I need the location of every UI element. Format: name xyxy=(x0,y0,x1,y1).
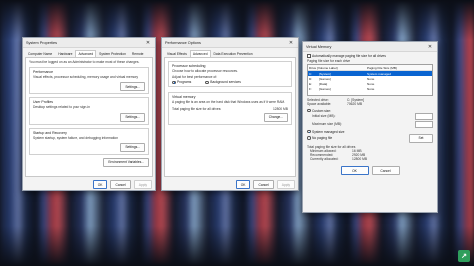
virtual-memory-titlebar: Virtual Memory ✕ xyxy=(303,42,437,52)
tab-data-execution-prevention[interactable]: Data Execution Prevention xyxy=(211,50,256,57)
startup-recovery-settings-button[interactable]: Settings... xyxy=(120,142,145,152)
maximum-size-label: Maximum size (MB): xyxy=(312,122,343,126)
startup-recovery-group: Startup and Recovery System startup, sys… xyxy=(29,127,149,155)
custom-size-label: Custom size: xyxy=(312,108,332,113)
tab-hardware[interactable]: Hardware xyxy=(55,50,75,57)
ok-button[interactable]: OK xyxy=(340,166,369,176)
performance-options-window: Performance Options ✕ Visual Effects Adv… xyxy=(161,37,299,191)
processor-scheduling-text: Choose how to allocate processor resourc… xyxy=(172,69,238,73)
radio-unselected-icon xyxy=(205,80,209,85)
system-properties-titlebar: System Properties ✕ xyxy=(23,38,155,48)
processor-scheduling-group: Processor scheduling Choose how to alloc… xyxy=(168,61,292,88)
space-available-label: Space available: xyxy=(307,102,332,107)
virtual-memory-footer: OK Cancel xyxy=(303,163,437,178)
performance-options-titlebar: Performance Options ✕ xyxy=(162,38,298,48)
close-icon[interactable]: ✕ xyxy=(287,39,295,46)
total-paging-value: 12800 MB xyxy=(272,106,288,111)
close-icon[interactable]: ✕ xyxy=(144,39,152,46)
window-title: Virtual Memory xyxy=(306,44,332,49)
currently-allocated-value: 12800 MB xyxy=(352,157,368,162)
ok-button[interactable]: OK xyxy=(92,180,108,189)
space-available-value: 70620 MB xyxy=(347,102,363,107)
checkbox-icon xyxy=(307,54,311,58)
user-profiles-settings-button[interactable]: Settings... xyxy=(120,112,145,122)
user-profiles-group: User Profiles Desktop settings related t… xyxy=(29,97,149,125)
system-properties-footer: OK Cancel Apply xyxy=(23,177,155,192)
maximum-size-input[interactable] xyxy=(415,120,433,128)
performance-advanced-panel: Processor scheduling Choose how to alloc… xyxy=(164,57,296,177)
user-profiles-text: Desktop settings related to your sign-in xyxy=(33,105,90,110)
column-size: Paging File Size (MB) xyxy=(367,65,397,70)
tab-advanced[interactable]: Advanced xyxy=(75,50,97,57)
user-profiles-label: User Profiles xyxy=(33,100,54,105)
auto-manage-label: Automatically manage paging file size fo… xyxy=(312,54,386,58)
cancel-button[interactable]: Cancel xyxy=(253,180,274,189)
programs-radio[interactable]: Programs xyxy=(172,80,191,84)
list-empty-space xyxy=(308,91,432,95)
tab-advanced[interactable]: Advanced xyxy=(189,50,211,57)
virtual-memory-label: Virtual memory xyxy=(172,95,196,100)
system-managed-label: System managed size xyxy=(312,129,345,134)
startup-recovery-label: Startup and Recovery xyxy=(33,130,67,135)
system-properties-tabs: Computer Name Hardware Advanced System P… xyxy=(23,48,155,57)
initial-size-label: Initial size (MB): xyxy=(312,114,336,118)
adjust-for-label: Adjust for best performance of: xyxy=(172,75,218,80)
no-paging-label: No paging file xyxy=(312,136,333,141)
virtual-memory-text: A paging file is an area on the hard dis… xyxy=(172,100,286,105)
auto-manage-checkbox[interactable]: Automatically manage paging file size fo… xyxy=(307,54,433,58)
background-services-radio[interactable]: Background services xyxy=(205,80,241,84)
drive-label: [Games] xyxy=(319,86,331,91)
drive-size: None xyxy=(367,86,375,91)
virtual-memory-window: Virtual Memory ✕ Automatically manage pa… xyxy=(302,41,438,213)
cancel-button[interactable]: Cancel xyxy=(110,180,131,189)
radio-selected-icon xyxy=(172,80,176,85)
apply-button[interactable]: Apply xyxy=(276,180,295,189)
virtual-memory-group: Virtual memory A paging file is an area … xyxy=(168,92,292,125)
tab-visual-effects[interactable]: Visual Effects xyxy=(164,50,190,57)
set-button[interactable]: Set xyxy=(409,133,433,143)
tab-remote[interactable]: Remote xyxy=(129,50,147,57)
tab-computer-name[interactable]: Computer Name xyxy=(25,50,55,57)
performance-group: Performance Visual effects, processor sc… xyxy=(29,67,149,95)
performance-options-footer: OK Cancel Apply xyxy=(162,177,298,192)
radio-unselected-icon xyxy=(307,136,311,140)
system-properties-window: System Properties ✕ Computer Name Hardwa… xyxy=(22,37,156,191)
cancel-button[interactable]: Cancel xyxy=(371,166,400,176)
apply-button[interactable]: Apply xyxy=(133,180,152,189)
drive-letter: F: xyxy=(309,86,312,91)
performance-text: Visual effects, processor scheduling, me… xyxy=(33,75,139,80)
drive-list[interactable]: Drive [Volume Label] Paging File Size (M… xyxy=(307,64,433,97)
performance-settings-button[interactable]: Settings... xyxy=(120,82,145,92)
column-drive: Drive [Volume Label] xyxy=(309,65,338,70)
paging-size-label: Paging file size for each drive xyxy=(307,59,351,63)
window-title: Performance Options xyxy=(165,40,201,45)
radio-selected-icon xyxy=(307,129,311,134)
change-button[interactable]: Change... xyxy=(263,112,288,122)
advanced-panel: You must be logged on as an Administrato… xyxy=(25,57,153,177)
tab-system-protection[interactable]: System Protection xyxy=(96,50,129,57)
app-logo-icon: ↗ xyxy=(458,250,470,262)
background-shade-bottom xyxy=(0,226,474,266)
environment-variables-button[interactable]: Environment Variables... xyxy=(103,157,149,167)
programs-label: Programs xyxy=(177,80,192,85)
currently-allocated-label: Currently allocated: xyxy=(310,157,339,162)
initial-size-input[interactable] xyxy=(415,112,433,120)
window-title: System Properties xyxy=(26,40,58,45)
total-paging-label: Total paging file size for all drives: xyxy=(172,106,222,111)
background-services-label: Background services xyxy=(210,80,241,85)
admin-note: You must be logged on as an Administrato… xyxy=(29,60,140,64)
performance-label: Performance xyxy=(33,70,54,75)
startup-recovery-text: System startup, system failure, and debu… xyxy=(33,135,119,140)
background-shade-top xyxy=(0,0,474,40)
performance-options-tabs: Visual Effects Advanced Data Execution P… xyxy=(162,48,298,57)
processor-scheduling-label: Processor scheduling xyxy=(172,64,206,68)
radio-unselected-icon xyxy=(307,108,311,113)
close-icon[interactable]: ✕ xyxy=(426,43,434,50)
ok-button[interactable]: OK xyxy=(235,180,251,189)
no-paging-radio[interactable]: No paging file xyxy=(307,136,332,140)
